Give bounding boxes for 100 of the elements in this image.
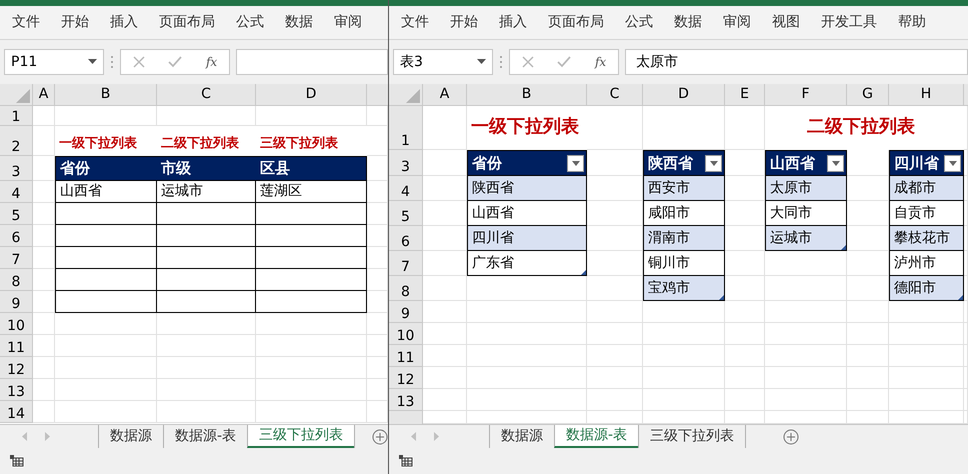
column-header[interactable]: B [467,84,587,106]
sheet-tab[interactable]: 三级下拉列表 [247,425,354,448]
name-box[interactable]: 表3 [393,49,493,75]
row-header[interactable]: 5 [389,201,423,226]
sheet-cell[interactable] [889,367,964,389]
sheet-cell[interactable] [467,345,587,367]
sheet-cell[interactable] [587,367,643,389]
sheet-cell[interactable] [423,367,467,389]
cancel-icon[interactable] [522,56,534,68]
sheet-cell[interactable] [367,126,388,156]
check-icon[interactable] [557,56,572,68]
sheet-cell[interactable] [725,276,765,301]
row-header[interactable]: 11 [389,345,423,367]
sheet-cell[interactable] [847,251,889,276]
row-header[interactable]: 4 [0,181,33,203]
sheet-cell[interactable] [423,276,467,301]
sheet-cell[interactable] [367,247,388,269]
sheet-cell[interactable] [847,226,889,251]
sheet-cell[interactable] [765,276,847,301]
menu-tab[interactable]: 帮助 [898,12,926,33]
row-header[interactable]: 8 [0,269,33,291]
select-all-icon[interactable] [406,89,420,103]
row-header[interactable]: 9 [389,301,423,323]
sheet-cell[interactable] [847,150,889,176]
row-header[interactable]: 6 [389,226,423,251]
formula-input[interactable] [236,49,388,75]
macro-record-icon[interactable] [10,455,24,467]
sheet-cell[interactable] [643,106,725,150]
sheet-cell[interactable] [157,106,256,126]
sheet-cell[interactable] [889,323,964,345]
row-header[interactable]: 11 [0,335,33,357]
sheet-cell[interactable] [423,226,467,251]
row-header[interactable]: 7 [389,251,423,276]
sheet-cell[interactable] [964,251,968,276]
sheet-cell[interactable] [725,323,765,345]
row-header[interactable]: 3 [389,150,423,176]
sheet-cell[interactable] [33,269,55,291]
sheet-cell[interactable] [587,176,643,201]
sheet-cell[interactable] [643,301,725,323]
sheet-cell[interactable] [725,251,765,276]
sheet-cell[interactable] [725,176,765,201]
menu-tab[interactable]: 数据 [285,12,313,33]
sheet-cell[interactable] [847,276,889,301]
sheet-cell[interactable] [55,335,157,357]
sheet-cell[interactable] [964,176,968,201]
row-header[interactable]: 1 [389,106,423,150]
sheet-cell[interactable] [725,226,765,251]
sheet-cell[interactable] [847,176,889,201]
add-sheet-icon[interactable] [372,428,388,444]
sheet-cell[interactable] [725,106,765,150]
sheet-cell[interactable] [889,301,964,323]
sheet-cell[interactable] [33,225,55,247]
sheet-cell[interactable] [847,389,889,411]
sheet-cell[interactable] [765,323,847,345]
menu-tab[interactable]: 公式 [236,12,264,33]
sheet-cell[interactable] [587,150,643,176]
formula-input[interactable]: 太原市 [625,49,968,75]
filter-dropdown-button[interactable] [567,154,584,172]
sheet-cell[interactable] [643,367,725,389]
sheet-cell[interactable] [423,176,467,201]
sheet-cell[interactable] [423,150,467,176]
column-header[interactable]: A [423,84,467,106]
sheet-cell[interactable] [33,379,55,401]
sheet-cell[interactable] [467,389,587,411]
sheet-cell[interactable] [725,411,765,424]
sheet-cell[interactable] [587,106,643,150]
row-header[interactable]: 10 [0,313,33,335]
sheet-cell[interactable] [55,401,157,423]
row-header[interactable]: 12 [0,357,33,379]
sheet-cell[interactable] [467,367,587,389]
sheet-cell[interactable] [423,106,467,150]
macro-record-icon[interactable] [399,455,413,467]
column-header[interactable]: D [256,84,367,106]
sheet-cell[interactable] [33,357,55,379]
sheet-cell[interactable] [847,345,889,367]
sheet-cell[interactable] [256,106,367,126]
sheet-cell[interactable] [643,345,725,367]
sheet-cell[interactable] [157,335,256,357]
sheet-cell[interactable] [847,367,889,389]
next-sheet-icon[interactable] [44,432,50,441]
sheet-cell[interactable] [725,367,765,389]
row-header[interactable]: 8 [389,276,423,301]
row-header[interactable]: 13 [0,379,33,401]
sheet-cell[interactable] [367,335,388,357]
menu-tab[interactable]: 审阅 [334,12,362,33]
sheet-cell[interactable] [367,106,388,126]
sheet-cell[interactable] [33,247,55,269]
sheet-cell[interactable] [765,411,847,424]
sheet-cell[interactable] [367,291,388,313]
sheet-cell[interactable] [587,323,643,345]
sheet-cell[interactable] [367,156,388,181]
column-header[interactable]: A [33,84,55,106]
sheet-cell[interactable] [587,276,643,301]
row-header[interactable]: 13 [389,389,423,411]
column-header[interactable]: G [847,84,889,106]
previous-sheet-icon[interactable] [411,432,417,441]
sheet-cell[interactable] [587,226,643,251]
name-box[interactable]: P11 [4,49,104,75]
sheet-cell[interactable] [55,313,157,335]
sheet-cell[interactable] [467,301,587,323]
